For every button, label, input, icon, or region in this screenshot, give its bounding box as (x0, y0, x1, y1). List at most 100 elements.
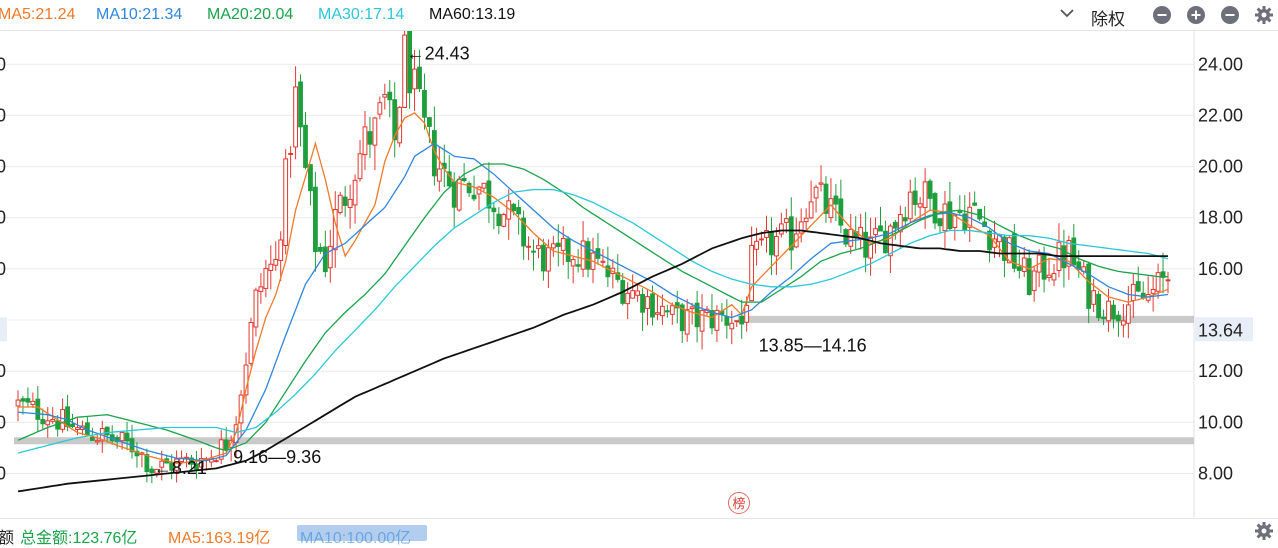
annotation-label-1: ←8.21 (154, 458, 207, 478)
y-tick-label: 20.00 (1198, 157, 1243, 177)
candle-body (322, 246, 328, 273)
candle-body (838, 198, 844, 226)
candle-body (1125, 304, 1131, 324)
candle-body (947, 201, 953, 230)
candle-body (347, 198, 353, 208)
candle-body (451, 181, 457, 208)
y-tick-label: 10.00 (1198, 412, 1243, 432)
candle-body (902, 217, 908, 222)
candle-body (511, 203, 517, 212)
candle-body (912, 190, 918, 205)
candle-body (516, 207, 522, 215)
candle-body (273, 258, 279, 266)
candle-body (372, 117, 378, 146)
ma60-label: MA60:13.19 (429, 6, 516, 23)
candle-body (878, 225, 883, 232)
candle-body (550, 243, 556, 249)
candle-body (1150, 288, 1156, 294)
candle-body (754, 240, 759, 250)
left-tick-label: 0 (0, 54, 6, 74)
candle-body (342, 196, 348, 206)
ranking-badge-icon[interactable]: 榜 (728, 492, 750, 514)
candle-body (689, 306, 695, 310)
candle-body (942, 203, 948, 232)
candle-body (45, 420, 51, 426)
adjust-mode-button[interactable]: 除权 (1091, 5, 1125, 30)
candle-body (144, 454, 150, 472)
candle-body (828, 198, 834, 219)
candle-body (50, 418, 56, 422)
candle-body (387, 91, 393, 101)
candle-body (774, 235, 779, 257)
candle-body (635, 290, 641, 296)
candle-body (461, 177, 467, 182)
candle-body (833, 195, 839, 205)
annotation-label-0: ←24.43 (407, 43, 470, 63)
candle-body (367, 131, 373, 145)
candlestick-chart[interactable]: ←24.43 ←8.21 9.16—9.36 13.85—14.16 8.00 10.00… (0, 31, 1278, 517)
amount-ma10-label: MA10:100.00亿 (300, 530, 412, 547)
gear-icon[interactable] (1254, 521, 1274, 541)
candle-body (248, 322, 254, 364)
candle-body (436, 168, 442, 182)
candle-body (496, 213, 502, 227)
candle-body (1135, 281, 1141, 292)
chevron-down-icon[interactable] (1058, 3, 1076, 23)
candle-body (25, 398, 31, 403)
candle-body (987, 230, 992, 251)
candle-body (729, 322, 735, 330)
candle-body (30, 400, 36, 405)
candle-body (20, 398, 26, 402)
candle-body (104, 426, 110, 436)
candle-body (1116, 314, 1121, 322)
candle-body (783, 218, 789, 223)
y-tick-label: 22.00 (1198, 105, 1243, 125)
candle-body (803, 217, 809, 223)
candle-body (759, 238, 764, 241)
candle-body (1111, 304, 1116, 320)
candle-body (560, 238, 566, 251)
candle-body (684, 309, 690, 335)
gear-icon[interactable] (1254, 5, 1274, 25)
candle-body (600, 260, 606, 263)
y-tick-label: 8.00 (1198, 464, 1233, 484)
candle-body (298, 81, 303, 128)
candle-body (972, 202, 978, 206)
candle-body (15, 399, 21, 407)
candle-body (213, 460, 219, 463)
ma5-line (18, 112, 1169, 464)
ma10-label: MA10:21.34 (96, 6, 183, 23)
candle-body (362, 126, 368, 156)
candle-body (645, 296, 650, 309)
zoom-out-icon[interactable] (1153, 6, 1171, 24)
candle-body (526, 245, 531, 248)
candle-body (640, 293, 645, 313)
candle-body (1041, 253, 1047, 280)
y-tick-label: 16.00 (1198, 259, 1243, 279)
candle-body (471, 194, 477, 200)
candle-body (892, 221, 898, 229)
candle-body (778, 223, 784, 235)
candle-body (818, 182, 824, 185)
candle-body (283, 158, 289, 246)
candle-body (1120, 320, 1126, 326)
candle-body (89, 436, 95, 441)
candle-body (352, 179, 358, 206)
candle-body (317, 246, 323, 252)
annotation-label-2: 9.16—9.36 (233, 447, 321, 467)
candle-body (863, 231, 869, 258)
zoom-in-icon[interactable] (1187, 6, 1205, 24)
candle-body (1106, 300, 1111, 322)
candle-body (422, 89, 427, 118)
candle-body (1130, 283, 1136, 302)
candle-body (769, 231, 774, 256)
minus-icon[interactable] (1221, 6, 1239, 24)
amount-ma5-label: MA5:163.19亿 (168, 530, 271, 547)
y-tick-label: 12.00 (1198, 361, 1243, 381)
candle-body (94, 440, 100, 443)
candle-body (1021, 257, 1027, 272)
candle-body (585, 241, 591, 270)
candle-body (744, 304, 750, 323)
candle-body (659, 305, 665, 317)
candle-body (263, 268, 269, 289)
